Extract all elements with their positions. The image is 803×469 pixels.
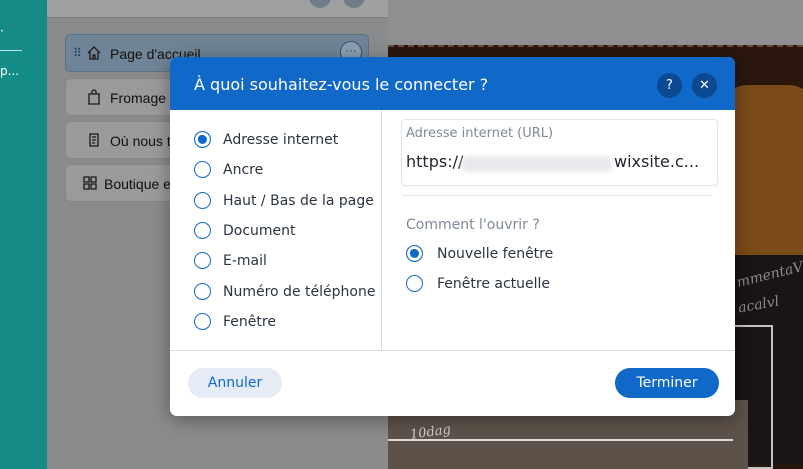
option-label: Adresse internet — [223, 132, 339, 148]
page-item-label: Fromage — [110, 90, 167, 106]
radio-icon[interactable] — [194, 283, 211, 300]
column-divider — [381, 110, 382, 350]
panel-header-button[interactable] — [343, 0, 365, 8]
option-label: Haut / Bas de la page — [223, 193, 374, 209]
option-label: Document — [223, 223, 296, 239]
pages-panel-header — [47, 0, 388, 18]
rail-menu-fragment[interactable]: · — [0, 24, 4, 38]
radio-icon[interactable] — [406, 275, 423, 292]
radio-icon[interactable] — [194, 313, 211, 330]
page-item-label: Où nous t — [110, 133, 171, 149]
cancel-button[interactable]: Annuler — [188, 368, 282, 398]
option-label: Nouvelle fenêtre — [437, 246, 554, 262]
grid-icon — [83, 176, 97, 190]
done-button[interactable]: Terminer — [615, 368, 719, 398]
dialog-header: À quoi souhaitez-vous le connecter ? ? ✕ — [170, 57, 735, 110]
shopping-bag-icon — [88, 89, 100, 105]
radio-icon[interactable] — [194, 252, 211, 269]
close-button[interactable]: ✕ — [692, 73, 717, 98]
panel-header-button[interactable] — [309, 0, 331, 8]
radio-selected-icon[interactable] — [194, 131, 211, 148]
rail-menu-fragment-2[interactable]: p... — [0, 64, 19, 78]
preview-line — [388, 439, 733, 441]
help-button[interactable]: ? — [657, 73, 682, 98]
option-label: Fenêtre — [223, 314, 276, 330]
radio-icon[interactable] — [194, 161, 211, 178]
page-item-label: Boutique e — [104, 176, 171, 192]
option-label: Fenêtre actuelle — [437, 276, 551, 292]
section-divider — [402, 195, 712, 196]
url-field-value-start[interactable]: https:// — [406, 152, 463, 171]
link-dialog: À quoi souhaitez-vous le connecter ? ? ✕… — [170, 57, 735, 416]
document-icon — [89, 133, 99, 147]
rail-divider — [0, 50, 22, 51]
option-label: E-mail — [223, 253, 267, 269]
open-mode-label: Comment l'ouvrir ? — [406, 217, 540, 233]
dialog-title: À quoi souhaitez-vous le connecter ? — [194, 75, 489, 94]
preview-dashed-border — [388, 45, 803, 47]
option-label: Ancre — [223, 162, 264, 178]
radio-icon[interactable] — [194, 192, 211, 209]
redacted-text — [462, 156, 612, 172]
radio-selected-icon[interactable] — [406, 245, 423, 262]
url-field-label: Adresse internet (URL) — [406, 126, 554, 141]
url-field-value-end[interactable]: wixsite.c... — [614, 152, 699, 171]
option-label: Numéro de téléphone — [223, 284, 376, 300]
link-type-list: Adresse internet Ancre Haut / Bas de la … — [170, 110, 381, 350]
radio-icon[interactable] — [194, 222, 211, 239]
url-input[interactable]: Adresse internet (URL) https:// wixsite.… — [402, 120, 717, 185]
left-rail: · p... — [0, 0, 47, 469]
home-icon — [87, 46, 101, 60]
drag-handle-icon[interactable]: ⠿ — [73, 46, 82, 60]
footer-divider — [170, 350, 735, 351]
